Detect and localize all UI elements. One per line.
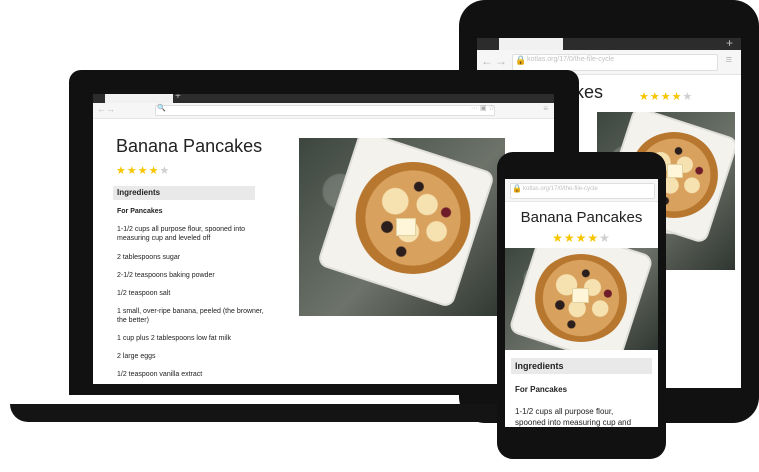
laptop-base [10, 404, 575, 422]
laptop-ingredient-item: 1/2 teaspoon salt [117, 290, 171, 297]
star-icon: ★ [137, 165, 149, 177]
laptop-url-field[interactable] [155, 105, 495, 116]
tablet-rating: ★★★★★ [639, 87, 693, 105]
star-empty-icon: ★ [599, 231, 611, 245]
tablet-lock-icon: 🔒 [515, 55, 527, 65]
tablet-menu-icon[interactable]: ≡ [726, 54, 732, 66]
star-icon: ★ [148, 165, 160, 177]
tablet-new-tab-icon[interactable]: + [726, 38, 733, 50]
star-icon: ★ [563, 231, 576, 245]
laptop-ingredient-item: 2 tablespoons sugar [117, 254, 181, 261]
phone-device: 🔒 kotlas.org/17/0/the-file-cycle Banana … [497, 152, 666, 459]
phone-ingredient-item: 1-1/2 cups all purpose flour, [515, 407, 614, 416]
laptop-title: Banana Pancakes [116, 136, 263, 156]
phone-title: Banana Pancakes [520, 209, 643, 226]
laptop-new-tab-icon[interactable]: + [175, 94, 181, 102]
laptop-rating: ★★★★★ [116, 161, 170, 179]
phone-screen: 🔒 kotlas.org/17/0/the-file-cycle Banana … [505, 179, 658, 427]
star-icon: ★ [649, 91, 661, 103]
phone-subhead: For Pancakes [515, 385, 568, 394]
laptop-screen: + ← → 🔍 ··· ▣ ☆ ≡ Banana Pancakes ★★★★★ … [93, 94, 554, 384]
laptop-ingredients-label: Ingredients [117, 188, 161, 197]
phone-rating: ★★★★★ [505, 229, 658, 247]
laptop-subhead: For Pancakes [117, 208, 163, 215]
laptop-back-icon[interactable]: ← [97, 104, 106, 114]
phone-ingredients-label: Ingredients [515, 361, 564, 371]
star-icon: ★ [116, 165, 127, 177]
laptop-ingredient-item: 1-1/2 cups all purpose flour, spooned in… [117, 226, 246, 242]
laptop-menu-icon[interactable]: ≡ [543, 104, 548, 113]
star-icon: ★ [587, 231, 600, 245]
star-icon: ★ [639, 91, 650, 103]
star-icon: ★ [660, 91, 672, 103]
star-icon: ★ [575, 231, 588, 245]
tablet-back-icon[interactable]: ← [481, 54, 493, 68]
laptop-forward-icon[interactable]: → [106, 104, 115, 114]
phone-url-text[interactable]: kotlas.org/17/0/the-file-cycle [523, 186, 598, 192]
star-icon: ★ [126, 165, 138, 177]
star-icon: ★ [671, 91, 683, 103]
laptop-ingredient-item: 1/2 teaspoon vanilla extract [117, 371, 203, 378]
laptop-search-icon: 🔍 [157, 105, 166, 112]
star-icon: ★ [552, 231, 564, 245]
phone-lock-icon: 🔒 [512, 184, 522, 193]
phone-ingredient-item: spooned into measuring cup and [515, 418, 632, 427]
laptop-recipe-image [299, 138, 505, 316]
laptop-active-tab[interactable] [105, 94, 173, 103]
tablet-url-text[interactable]: kotlas.org/17/0/the-file-cycle [527, 56, 614, 63]
tablet-active-tab[interactable] [499, 38, 563, 50]
laptop-more-icon[interactable]: ··· ▣ ☆ [471, 104, 495, 112]
star-empty-icon: ★ [159, 165, 171, 177]
laptop-ingredient-item: 2-1/2 teaspoons baking powder [117, 272, 215, 279]
star-empty-icon: ★ [682, 91, 694, 103]
laptop-ingredient-item: 1 cup plus 2 tablespoons low fat milk [117, 335, 232, 342]
phone-recipe-image [505, 248, 658, 350]
tablet-forward-icon[interactable]: → [495, 54, 507, 68]
laptop-ingredient-item: 1 small, over-ripe banana, peeled (the b… [117, 308, 264, 324]
laptop-ingredient-item: 2 large eggs [117, 353, 156, 360]
